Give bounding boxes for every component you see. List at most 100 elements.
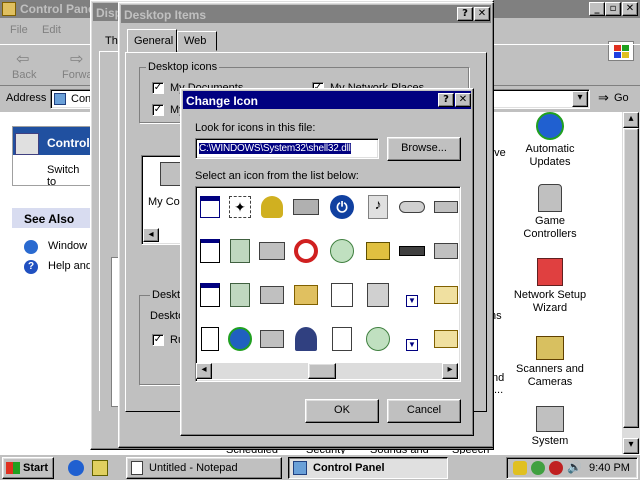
cd-icon[interactable] <box>328 237 356 265</box>
documents-icon[interactable] <box>328 281 356 309</box>
back-button-label[interactable]: Back <box>12 69 36 81</box>
envelope-icon[interactable] <box>432 281 460 309</box>
network-tray-icon[interactable] <box>531 461 545 475</box>
go-arrow-icon[interactable]: ⇒ <box>598 90 609 106</box>
cd-network-icon[interactable] <box>364 325 392 353</box>
taskbar: Start Untitled - Notepad Control Panel 🔊… <box>0 454 640 480</box>
change-icon-dialog: Change Icon ? ✕ Look for icons in this f… <box>180 88 474 436</box>
scroll-down-button[interactable]: ▾ <box>623 438 639 454</box>
see-also-link-windows[interactable]: Window <box>48 240 87 252</box>
cancel-button[interactable]: Cancel <box>387 399 461 423</box>
doc-lines-icon[interactable] <box>196 237 224 265</box>
checkbox-my-documents[interactable]: ✓ <box>152 82 164 94</box>
shield-tray-icon[interactable] <box>549 461 563 475</box>
volume-tray-icon[interactable]: 🔊 <box>567 460 582 474</box>
minimize-button[interactable]: _ <box>589 2 605 16</box>
task-control-panel[interactable]: Control Panel <box>288 457 448 479</box>
joystick-icon <box>538 184 562 212</box>
display-tab-partial[interactable]: Th <box>105 35 118 47</box>
desktop-items-title: Desktop Items <box>124 8 207 22</box>
file-icon[interactable] <box>196 325 224 353</box>
scroll-thumb[interactable] <box>308 363 336 379</box>
no-entry-icon[interactable] <box>292 237 320 265</box>
automatic-updates-item[interactable]: Automatic Updates <box>512 112 588 172</box>
forward-arrow-icon[interactable]: ⇨ <box>70 49 83 69</box>
tab-general[interactable]: General <box>127 29 177 53</box>
system-tray: 🔊 9:40 PM <box>506 457 638 479</box>
switch-view-link[interactable]: Switch to <box>47 164 91 188</box>
scroll-right-button[interactable]: ▸ <box>442 363 458 379</box>
folder-tools-icon[interactable] <box>292 281 320 309</box>
list-scroll-left[interactable]: ◂ <box>143 228 159 242</box>
drive-black-icon[interactable] <box>398 237 426 265</box>
task-notepad[interactable]: Untitled - Notepad <box>126 457 282 479</box>
phone-icon[interactable] <box>258 325 286 353</box>
forward-button-label[interactable]: Forwa <box>62 69 93 81</box>
menu-file[interactable]: File <box>10 24 28 36</box>
system-item[interactable]: System <box>512 406 588 454</box>
clock[interactable]: 9:40 PM <box>589 462 630 474</box>
recycle-bin-icon[interactable] <box>226 237 254 265</box>
address-dropdown-button[interactable]: ▾ <box>572 91 588 107</box>
network-x-icon[interactable] <box>432 237 460 265</box>
desktop-items-titlebar[interactable]: Desktop Items ? ✕ <box>121 5 491 23</box>
tab-web[interactable]: Web <box>177 31 217 51</box>
task-control-panel-label: Control Panel <box>313 462 385 474</box>
mouse-icon[interactable] <box>398 193 426 221</box>
cursor-sparkle-icon[interactable]: ✦ <box>226 193 254 221</box>
game-controllers-item[interactable]: Game Controllers <box>512 184 588 244</box>
back-arrow-icon[interactable]: ⇦ <box>16 49 29 69</box>
scroll-thumb[interactable] <box>623 128 639 428</box>
computer-icon <box>536 406 564 432</box>
icon-list[interactable]: ✦ ⏻ ♪ ▼ ▼ ◂ ▸ <box>195 186 461 382</box>
window-list-icon[interactable] <box>196 281 224 309</box>
icon-list-scrollbar[interactable]: ◂ ▸ <box>196 363 458 379</box>
close-button[interactable]: ✕ <box>622 2 638 16</box>
folder-icon <box>2 2 16 16</box>
printer-check-icon[interactable] <box>258 281 286 309</box>
vertical-scrollbar[interactable]: ▴ ▾ <box>622 112 640 455</box>
notepad-icon[interactable] <box>328 325 356 353</box>
security-tray-icon[interactable] <box>513 461 527 475</box>
network-setup-wizard-item[interactable]: Network Setup Wizard <box>508 258 592 322</box>
ok-button[interactable]: OK <box>305 399 379 423</box>
printer-icon[interactable] <box>258 237 286 265</box>
outlook-quicklaunch-icon[interactable] <box>92 460 108 476</box>
photos-icon[interactable] <box>364 237 392 265</box>
keys-icon[interactable] <box>258 193 286 221</box>
automatic-updates-label: Automatic Updates <box>525 143 575 168</box>
checkbox-my-computer[interactable]: ✓ <box>152 104 164 116</box>
see-also-link-help[interactable]: Help and <box>48 260 92 272</box>
look-for-icons-label: Look for icons in this file: <box>195 122 316 134</box>
recycle-full-icon[interactable] <box>226 281 254 309</box>
icon-file-input[interactable]: C:\WINDOWS\System32\shell32.dll <box>195 138 379 159</box>
music-note-icon[interactable]: ♪ <box>364 193 392 221</box>
left-pane-header: Control Switch to <box>12 126 93 188</box>
help-button[interactable]: ? <box>438 93 454 107</box>
maximize-button[interactable]: ▫ <box>605 2 621 16</box>
globe-computer-icon[interactable] <box>226 325 254 353</box>
scroll-left-button[interactable]: ◂ <box>196 363 212 379</box>
cd-drive-icon[interactable] <box>364 281 392 309</box>
user-key-icon[interactable] <box>292 325 320 353</box>
window-doc-icon[interactable] <box>196 193 224 221</box>
drive-icon[interactable] <box>432 193 460 221</box>
close-button[interactable]: ✕ <box>455 93 471 107</box>
browse-button[interactable]: Browse... <box>387 137 461 161</box>
start-button[interactable]: Start <box>2 457 54 479</box>
scanners-and-cameras-item[interactable]: Scanners and Cameras <box>508 336 592 396</box>
change-icon-titlebar[interactable]: Change Icon ? ✕ <box>183 91 471 109</box>
mail-icon[interactable] <box>432 325 460 353</box>
scroll-up-button[interactable]: ▴ <box>623 112 639 128</box>
help-button[interactable]: ? <box>457 7 473 21</box>
ie-quicklaunch-icon[interactable] <box>68 460 84 476</box>
go-button-label[interactable]: Go <box>614 92 629 104</box>
checkbox-run-cleanup[interactable]: ✓ <box>152 334 164 346</box>
menu-edit[interactable]: Edit <box>42 24 61 36</box>
power-icon[interactable]: ⏻ <box>328 193 356 221</box>
system-label: System <box>531 435 569 447</box>
down-arrow-icon[interactable]: ▼ <box>398 287 426 315</box>
fax-icon[interactable] <box>292 193 320 221</box>
down-arrow-icon[interactable]: ▼ <box>398 331 426 359</box>
close-button[interactable]: ✕ <box>474 7 490 21</box>
